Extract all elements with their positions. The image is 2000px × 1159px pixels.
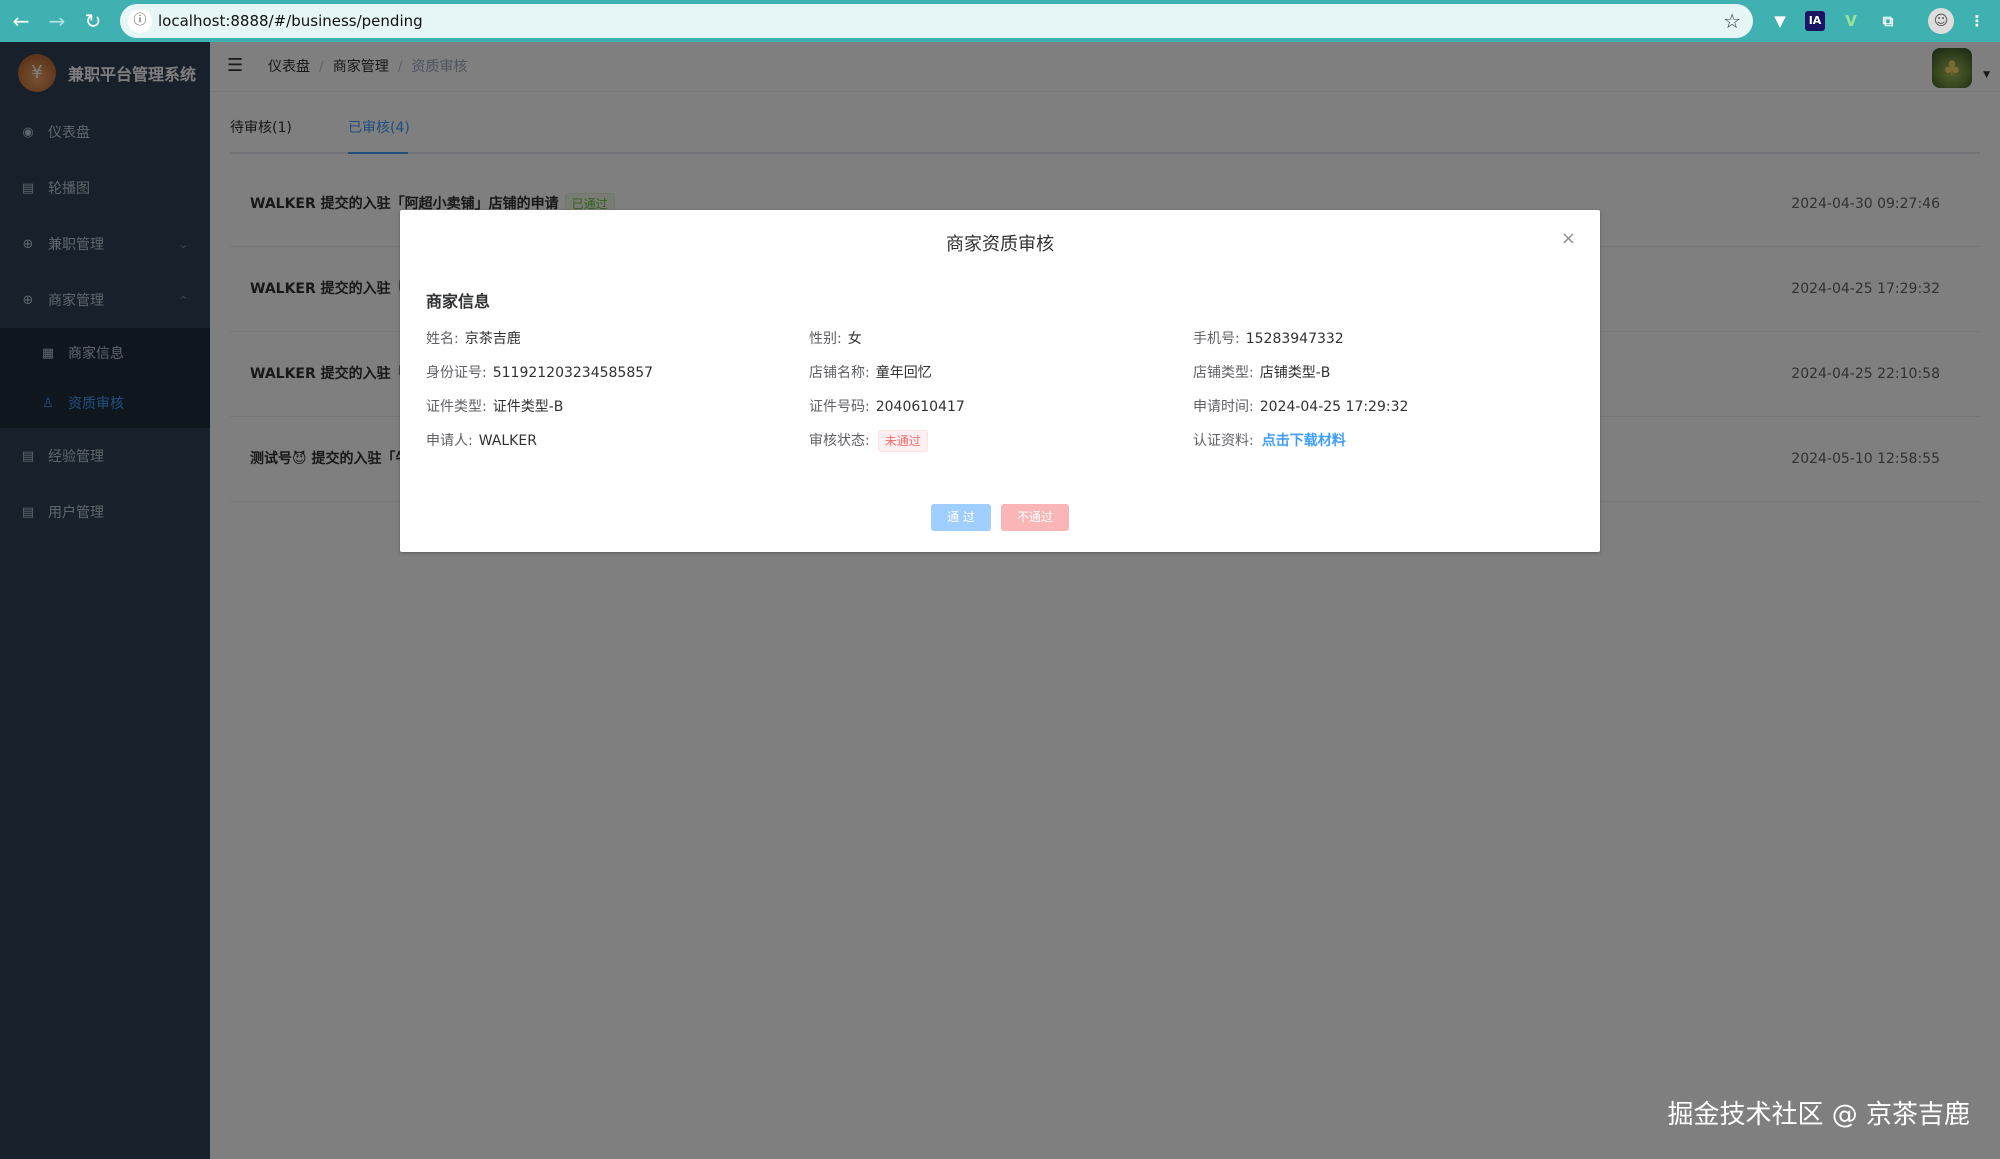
info-materials: 认证资料: 点击下载材料 xyxy=(1193,433,1346,449)
info-row: 身份证号: 511921203234585857 店铺名称: 童年回忆 店铺类型: 店… xyxy=(426,356,1576,390)
info-shop-name: 店铺名称: 童年回忆 xyxy=(809,365,932,381)
info-row: 姓名: 京茶吉鹿 性别: 女 手机号: 15283947332 xyxy=(426,322,1576,356)
extension-vue-icon[interactable]: V xyxy=(1838,8,1864,34)
profile-avatar-icon[interactable]: ☺ xyxy=(1928,8,1954,34)
approve-button[interactable]: 通 过 xyxy=(931,504,991,531)
info-cert-number: 证件号码: 2040610417 xyxy=(809,399,965,415)
info-row: 证件类型: 证件类型-B 证件号码: 2040610417 申请时间: 2024-04… xyxy=(426,390,1576,424)
info-cert-type: 证件类型: 证件类型-B xyxy=(426,399,564,415)
bookmark-star-icon[interactable]: ☆ xyxy=(1723,4,1741,38)
status-badge: 未通过 xyxy=(877,430,928,452)
info-shop-type: 店铺类型: 店铺类型-B xyxy=(1193,365,1331,381)
info-apply-time: 申请时间: 2024-04-25 17:29:32 xyxy=(1193,399,1409,415)
dialog-title: 商家资质审核 xyxy=(946,234,1054,255)
info-row: 申请人: WALKER 审核状态: 未通过 认证资料: 点击下载材料 xyxy=(426,424,1576,458)
info-applicant: 申请人: WALKER xyxy=(426,433,537,449)
section-title: 商家信息 xyxy=(426,292,491,311)
info-phone: 手机号: 15283947332 xyxy=(1193,331,1344,347)
info-gender: 性别: 女 xyxy=(809,331,862,347)
info-review-status: 审核状态: 未通过 xyxy=(809,424,928,458)
back-icon[interactable]: ← xyxy=(6,6,36,36)
forward-icon[interactable]: → xyxy=(42,6,72,36)
browser-toolbar: ← → ↻ ⓘ localhost:8888/#/business/pendin… xyxy=(0,0,2000,42)
info-id-number: 身份证号: 511921203234585857 xyxy=(426,365,654,381)
info-name: 姓名: 京茶吉鹿 xyxy=(426,331,521,347)
browser-menu-icon[interactable]: ⋮ xyxy=(1964,8,1990,34)
extensions-puzzle-icon[interactable]: ⧉ xyxy=(1875,8,1901,34)
merchant-info-grid: 姓名: 京茶吉鹿 性别: 女 手机号: 15283947332 身份证号: 511921… xyxy=(426,322,1576,458)
extension-v-icon[interactable]: ▼ xyxy=(1767,8,1793,34)
watermark: 掘金技术社区 @ 京茶吉鹿 xyxy=(1667,1100,1970,1130)
url-text[interactable]: localhost:8888/#/business/pending xyxy=(158,4,423,38)
close-icon[interactable]: × xyxy=(1561,228,1576,249)
reload-icon[interactable]: ↻ xyxy=(78,6,108,36)
extension-ia-icon[interactable]: IA xyxy=(1805,11,1825,31)
merchant-review-dialog: 商家资质审核 × 商家信息 姓名: 京茶吉鹿 性别: 女 手机号: 152839473… xyxy=(400,210,1600,552)
site-info-icon[interactable]: ⓘ xyxy=(128,9,152,33)
reject-button[interactable]: 不通过 xyxy=(1001,504,1069,531)
address-bar[interactable]: ⓘ localhost:8888/#/business/pending ☆ xyxy=(120,4,1753,38)
download-materials-link[interactable]: 点击下载材料 xyxy=(1262,433,1346,449)
